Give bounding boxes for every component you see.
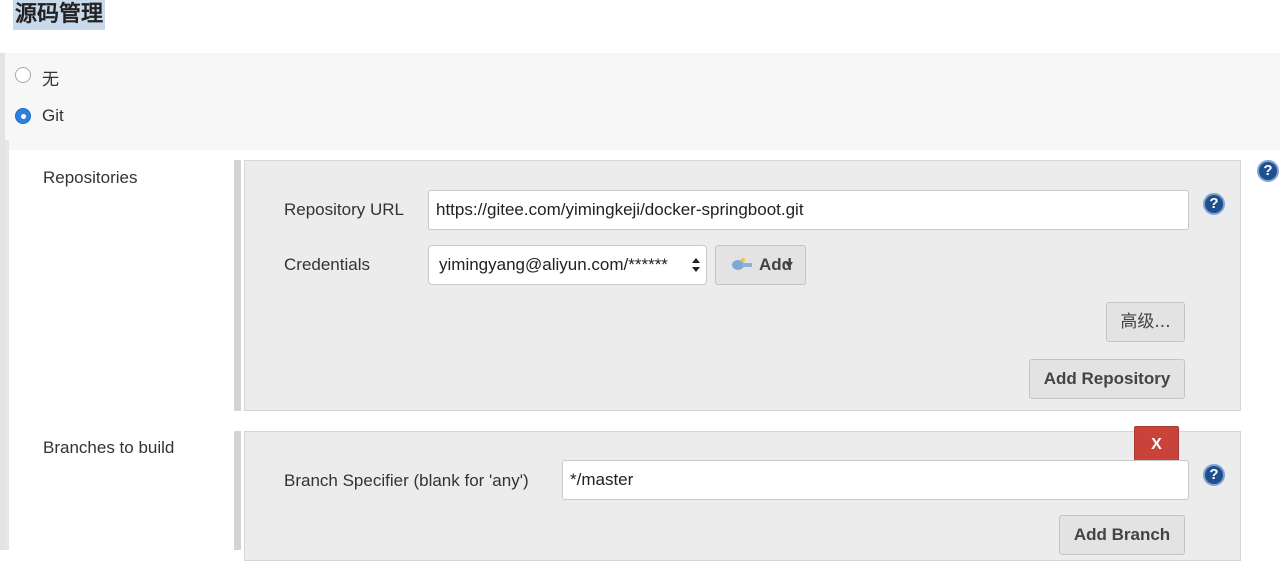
repository-url-input[interactable]: https://gitee.com/yimingkeji/docker-spri… — [428, 190, 1189, 230]
key-icon — [732, 257, 752, 270]
add-credentials-button[interactable]: Add — [715, 245, 806, 285]
scm-git-radio[interactable] — [15, 108, 31, 124]
add-branch-button[interactable]: Add Branch — [1059, 515, 1185, 555]
git-help-icon[interactable]: ? — [1257, 160, 1279, 182]
repository-url-help-icon[interactable]: ? — [1203, 193, 1225, 215]
delete-branch-button[interactable]: X — [1134, 426, 1179, 463]
repositories-label: Repositories — [43, 168, 138, 187]
advanced-button-label: 高级... — [1120, 312, 1171, 332]
repositories-panel-bar — [234, 160, 241, 411]
branches-to-build-label: Branches to build — [43, 438, 175, 457]
scm-git-label: Git — [42, 106, 64, 125]
branch-specifier-help-icon[interactable]: ? — [1203, 464, 1225, 486]
add-repository-button[interactable]: Add Repository — [1029, 359, 1185, 399]
credentials-selected-value: yimingyang@aliyun.com/****** — [439, 255, 668, 274]
credentials-label: Credentials — [284, 255, 370, 274]
scm-none-radio[interactable] — [15, 67, 31, 83]
add-branch-label: Add Branch — [1073, 525, 1171, 544]
credentials-select[interactable]: yimingyang@aliyun.com/****** — [428, 245, 707, 285]
branches-panel-bar — [234, 431, 241, 550]
repository-url-label: Repository URL — [284, 200, 404, 219]
section-title: 源码管理 — [13, 0, 106, 30]
branch-specifier-label: Branch Specifier (blank for 'any') — [284, 471, 529, 490]
add-repository-label: Add Repository — [1043, 369, 1171, 388]
scm-none-label: 无 — [42, 70, 59, 90]
caret-down-icon — [785, 262, 793, 268]
select-arrows-icon — [692, 258, 700, 272]
branch-specifier-input[interactable]: */master — [562, 460, 1189, 500]
advanced-button[interactable]: 高级... — [1106, 302, 1185, 342]
